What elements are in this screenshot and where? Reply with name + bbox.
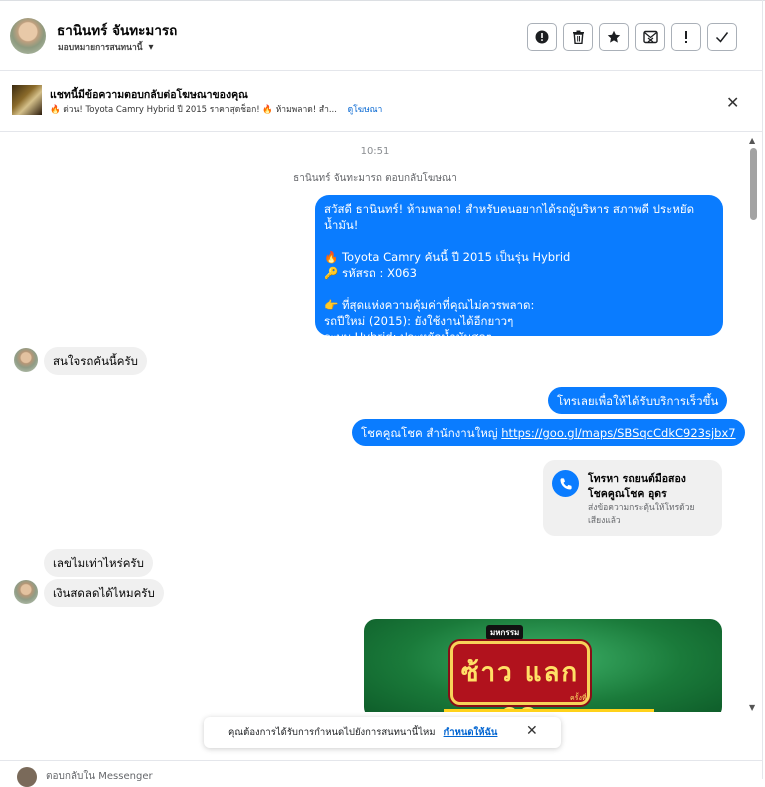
outgoing-ad-message[interactable]: สวัสดี ธานินทร์! ห้ามพลาด! สำหรับคนอยากไ… — [315, 195, 723, 344]
incoming-message[interactable]: เงินสดลดได้ไหมครับ — [44, 579, 164, 607]
scrollbar[interactable] — [748, 136, 758, 716]
page-avatar — [17, 767, 37, 787]
promo-image-message[interactable]: มหกรรม ซ้าว แลก ลด ครั้งที่ — [364, 619, 722, 712]
delete-button[interactable] — [563, 23, 593, 51]
ad-reply-banner: แชทนี้มีข้อความตอบกลับต่อโฆษณาของคุณ 🔥 ด… — [0, 71, 762, 132]
view-ad-link[interactable]: ดูโฆษณา — [348, 105, 383, 115]
mark-done-button[interactable] — [707, 23, 737, 51]
incoming-message[interactable]: สนใจรถคันนี้ครับ — [44, 347, 147, 375]
call-card-title: โทรหา รถยนต์มือสอง โชคคูณโชค อุดร — [588, 472, 686, 502]
incoming-message[interactable]: เลขไมเท่าไหร่ครับ — [44, 549, 153, 577]
composer: ตอบกลับใน Messenger — [0, 760, 762, 787]
call-card-title-line: โทรหา รถยนต์มือสอง — [588, 473, 686, 485]
ad-banner-title: แชทนี้มีข้อความตอบกลับต่อโฆษณาของคุณ — [50, 89, 248, 101]
assign-to-me-link[interactable]: กำหนดให้ฉัน — [444, 725, 498, 740]
ad-message-line: รถปีใหม่ (2015): ยังใช้งานได้อีกยาวๆ — [324, 314, 514, 328]
conversation-header: ธานินทร์ จันทะมารถ มอบหมายการสนทนานี้ ▾ — [0, 4, 762, 71]
ad-message-line: 👉 ที่สุดแห่งความคุ้มค่าที่คุณไม่ควรพลาด: — [324, 298, 535, 312]
scrollbar-thumb[interactable] — [750, 148, 757, 220]
system-note: ธานินทร์ จันทะมารถ ตอบกลับโฆษณา — [293, 173, 457, 184]
scroll-down-arrow-icon[interactable]: ▼ — [749, 703, 755, 712]
trash-icon — [572, 30, 584, 44]
call-card-title-line: โชคคูณโชค อุดร — [588, 488, 667, 500]
assign-toast: คุณต้องการได้รับการกำหนดไปยังการสนทนานี้… — [204, 717, 561, 748]
contact-avatar-small[interactable] — [14, 580, 38, 604]
message-thread: 10:51 ธานินทร์ จันทะมารถ ตอบกลับโฆษณา สว… — [0, 132, 762, 712]
mark-spam-button[interactable] — [527, 23, 557, 51]
outgoing-message[interactable]: โทรเลยเพื่อให้ได้รับบริการเร็วขึ้น — [548, 387, 728, 414]
call-card-desc-line: ส่งข้อความกระตุ้นให้โทรด้วย — [588, 503, 695, 513]
star-button[interactable] — [599, 23, 629, 51]
exclamation-icon — [685, 31, 687, 43]
right-divider — [762, 0, 763, 779]
reply-input[interactable]: ตอบกลับใน Messenger — [46, 769, 153, 784]
mail-x-icon — [642, 30, 658, 44]
scroll-up-arrow-icon[interactable]: ▲ — [749, 136, 755, 145]
flag-button[interactable] — [671, 23, 701, 51]
ad-message-line: สวัสดี ธานินทร์! ห้ามพลาด! สำหรับคนอยากไ… — [324, 202, 695, 232]
ad-banner-text: 🔥 ด่วน! Toyota Camry Hybrid ปี 2015 ราคา… — [50, 105, 337, 115]
assign-label: มอบหมายการสนทนานี้ — [58, 43, 143, 53]
star-icon — [607, 30, 621, 43]
close-icon[interactable]: ✕ — [526, 723, 538, 739]
promo-yellow-banner — [444, 709, 654, 712]
close-icon[interactable]: ✕ — [726, 93, 739, 112]
location-link[interactable]: https://goo.gl/maps/SBSqcCdkC923sjbx7 — [501, 426, 735, 440]
ad-thumbnail[interactable] — [12, 85, 42, 115]
assign-dropdown[interactable]: มอบหมายการสนทนานี้ ▾ — [55, 38, 157, 56]
promo-tag-secondary: ครั้งที่ — [570, 694, 587, 702]
ad-message-line: ระบบ Hybrid: ประหยัดน้ำมันสุดๆ — [324, 330, 492, 344]
mark-unread-button[interactable] — [635, 23, 665, 51]
chevron-down-icon: ▾ — [148, 41, 154, 53]
promo-headline: ซ้าว แลก ลด — [460, 658, 580, 712]
ad-message-line: 🔥 Toyota Camry คันนี้ ปี 2015 เป็นรุ่น H… — [324, 250, 571, 264]
check-icon — [715, 32, 729, 43]
call-card-description: ส่งข้อความกระตุ้นให้โทรด้วย เสียงแล้ว — [588, 502, 716, 528]
call-button-card[interactable]: โทรหา รถยนต์มือสอง โชคคูณโชค อุดร ส่งข้อ… — [543, 460, 722, 536]
message-timestamp: 10:51 — [360, 146, 390, 157]
phone-icon — [552, 470, 579, 497]
alert-circle-icon — [535, 30, 549, 44]
outgoing-location-message[interactable]: โชคคูณโชค สำนักงานใหญ่ https://goo.gl/ma… — [352, 419, 745, 446]
contact-avatar-small[interactable] — [14, 348, 38, 372]
promo-sign: ซ้าว แลก ลด — [450, 641, 590, 712]
toast-message: คุณต้องการได้รับการกำหนดไปยังการสนทนานี้… — [228, 727, 436, 738]
promo-tag: มหกรรม — [486, 625, 524, 640]
ad-banner-subtitle: 🔥 ด่วน! Toyota Camry Hybrid ปี 2015 ราคา… — [50, 102, 382, 116]
call-card-desc-line: เสียงแล้ว — [588, 516, 621, 526]
location-text: โชคคูณโชค สำนักงานใหญ่ — [361, 426, 498, 440]
ad-message-line: 🔑 รหัสรถ : X063 — [324, 266, 417, 280]
contact-avatar[interactable] — [10, 18, 46, 54]
